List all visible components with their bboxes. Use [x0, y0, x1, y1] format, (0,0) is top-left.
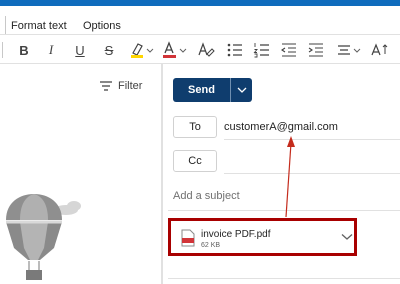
ribbon-menu: Format text Options — [0, 6, 400, 34]
attachment-name: invoice PDF.pdf — [201, 229, 271, 240]
chevron-down-icon[interactable] — [341, 233, 353, 241]
underline-button[interactable]: U — [72, 40, 88, 60]
font-color-icon — [163, 41, 187, 58]
send-button[interactable]: Send — [173, 78, 230, 102]
pane-divider — [162, 64, 163, 284]
toolbar-divider — [2, 42, 3, 58]
increase-indent-icon — [308, 43, 323, 57]
formatting-toolbar: B I U S — [0, 34, 400, 64]
send-options-button[interactable] — [230, 78, 252, 102]
clear-formatting-button[interactable] — [196, 40, 216, 60]
tab-options[interactable]: Options — [83, 20, 121, 32]
decrease-indent-icon — [281, 43, 296, 57]
filter-label: Filter — [118, 80, 143, 92]
numbering-button[interactable] — [253, 40, 271, 60]
pdf-file-icon — [181, 229, 195, 247]
font-color-button[interactable] — [160, 40, 188, 60]
bullets-icon — [227, 43, 242, 57]
send-button-group: Send — [173, 78, 252, 102]
filter-button[interactable]: Filter — [100, 80, 142, 92]
cc-button[interactable]: Cc — [173, 150, 217, 172]
more-format-button[interactable] — [370, 40, 390, 60]
subject-input[interactable]: Add a subject — [173, 190, 240, 202]
chevron-down-icon — [237, 87, 246, 93]
compose-divider — [168, 278, 400, 279]
filter-icon — [100, 81, 112, 91]
attachment-card[interactable]: invoice PDF.pdf 62 KB — [168, 218, 357, 256]
cc-field-underline — [224, 173, 400, 174]
highlight-button[interactable] — [127, 40, 155, 60]
align-button[interactable] — [336, 40, 362, 60]
to-field-underline — [224, 139, 400, 140]
italic-button[interactable]: I — [43, 40, 59, 60]
increase-indent-button[interactable] — [307, 40, 325, 60]
tab-format-text[interactable]: Format text — [11, 20, 67, 32]
menu-divider — [0, 16, 6, 34]
highlight-icon — [131, 43, 154, 58]
align-icon — [338, 45, 361, 55]
bullets-button[interactable] — [226, 40, 244, 60]
hot-air-balloon-illustration — [6, 194, 81, 280]
subject-underline — [168, 210, 400, 211]
more-format-icon — [371, 43, 388, 56]
to-button[interactable]: To — [173, 116, 217, 138]
clear-formatting-icon — [198, 42, 215, 57]
decrease-indent-button[interactable] — [280, 40, 298, 60]
bold-button[interactable]: B — [16, 40, 32, 60]
strikethrough-button[interactable]: S — [101, 40, 117, 60]
to-recipient[interactable]: customerA@gmail.com — [224, 121, 338, 133]
numbering-icon — [253, 43, 269, 58]
attachment-size: 62 KB — [201, 242, 221, 249]
